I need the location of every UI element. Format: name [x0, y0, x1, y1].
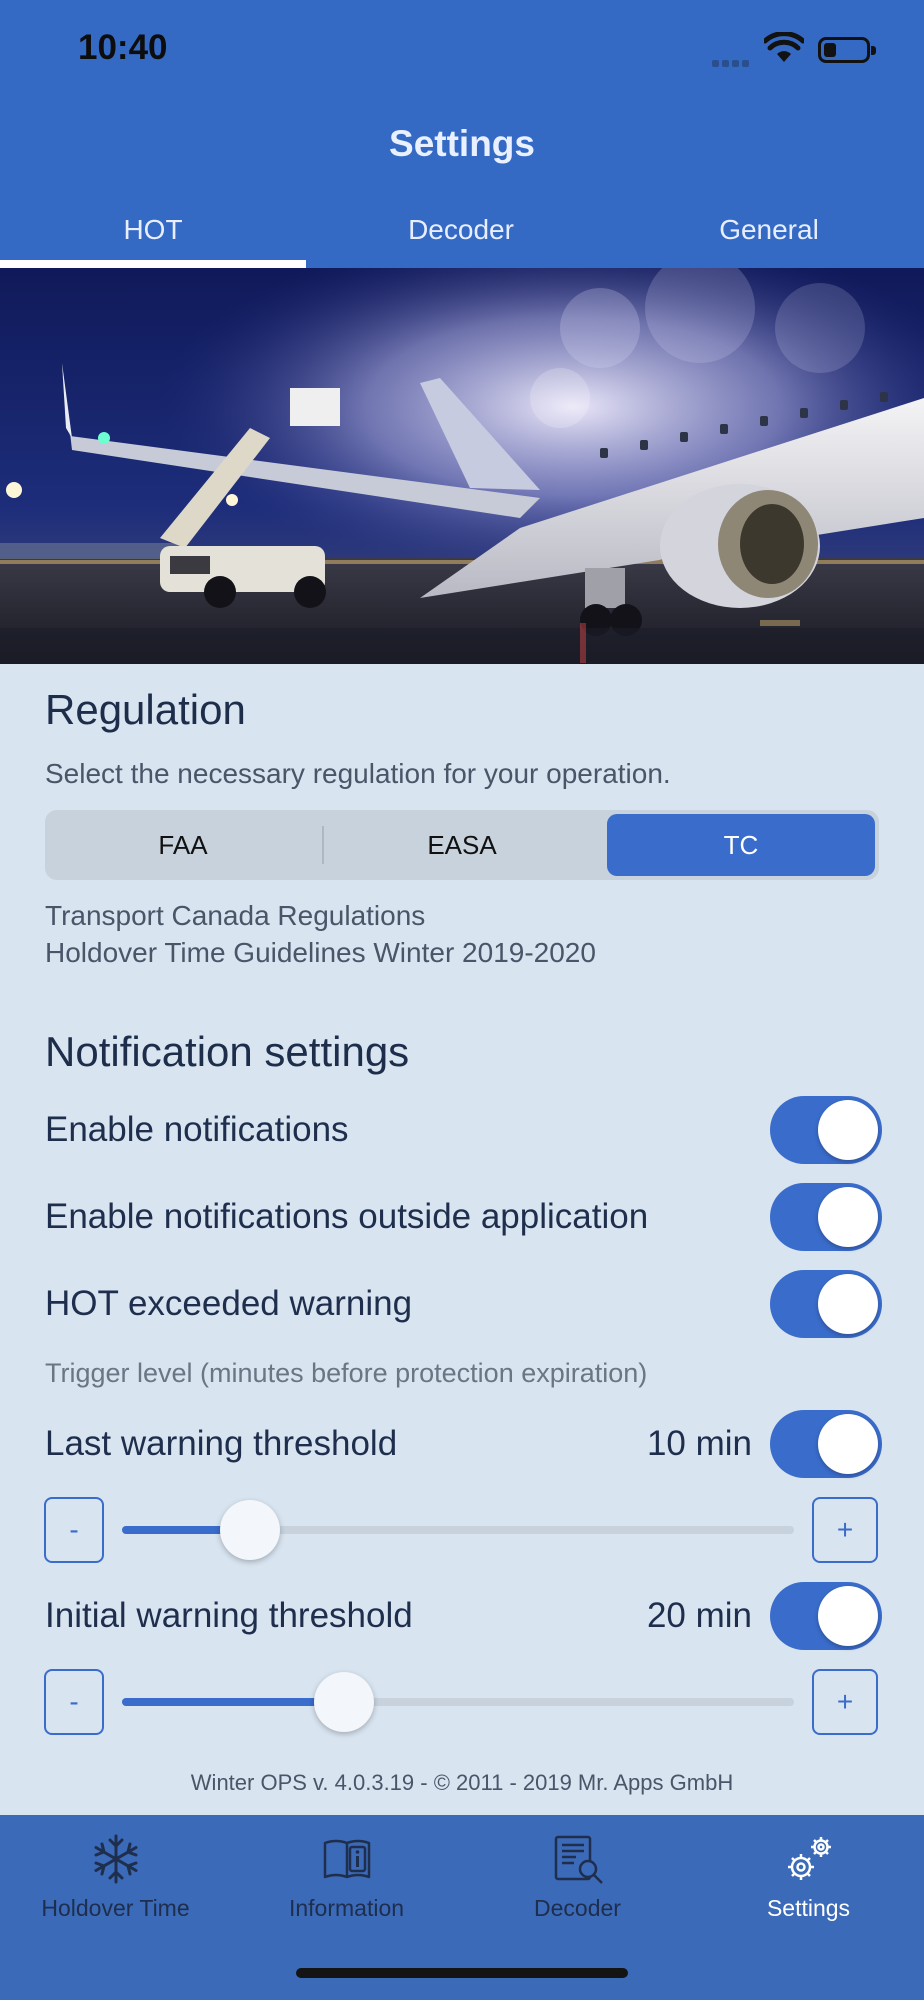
app-header: 10:40 Settings HOT Decoder General — [0, 0, 924, 268]
enable-outside-notifications-label: Enable notifications outside application — [45, 1197, 649, 1236]
regulation-detail-line1: Transport Canada Regulations — [45, 900, 426, 931]
status-time: 10:40 — [78, 28, 168, 67]
snowflake-icon — [94, 1834, 138, 1884]
enable-notifications-toggle[interactable] — [770, 1096, 882, 1164]
tabbar-information-label: Information — [288, 1895, 405, 1921]
tabbar-settings[interactable]: Settings — [693, 1815, 924, 1935]
page-title: Settings — [389, 123, 535, 164]
segment-divider — [322, 826, 324, 864]
initial-threshold-slider-knob[interactable] — [313, 1672, 374, 1732]
enable-outside-notifications-toggle[interactable] — [770, 1183, 882, 1251]
regulation-detail-line2: Holdover Time Guidelines Winter 2019-202… — [45, 937, 596, 968]
tabbar-settings-label: Settings — [766, 1895, 851, 1921]
notification-settings-title: Notification settings — [45, 1028, 410, 1075]
book-info-icon — [323, 1839, 371, 1879]
last-warning-threshold-toggle[interactable] — [770, 1410, 882, 1478]
last-threshold-slider-knob[interactable] — [219, 1500, 280, 1560]
tab-decoder[interactable]: Decoder — [308, 214, 614, 246]
regulation-option-easa[interactable]: EASA — [328, 814, 596, 876]
gears-icon — [788, 1837, 831, 1880]
battery-icon — [818, 37, 876, 63]
tab-hot[interactable]: HOT — [0, 214, 306, 246]
active-tab-indicator — [0, 260, 306, 268]
last-threshold-decrement-button[interactable]: - — [44, 1497, 104, 1563]
document-search-icon — [554, 1835, 603, 1884]
hot-exceeded-warning-label: HOT exceeded warning — [45, 1284, 413, 1323]
regulation-option-faa[interactable]: FAA — [49, 814, 317, 876]
regulation-title: Regulation — [45, 686, 246, 733]
regulation-segmented-control: FAA EASA TC — [45, 810, 879, 880]
last-warning-threshold-label: Last warning threshold — [45, 1424, 398, 1463]
initial-warning-threshold-value: 20 min — [646, 1596, 752, 1635]
initial-threshold-increment-button[interactable]: + — [812, 1669, 878, 1735]
deicing-aircraft-image — [0, 268, 924, 664]
home-indicator — [296, 1968, 628, 1978]
tabbar-decoder[interactable]: Decoder — [462, 1815, 693, 1935]
last-warning-threshold-value: 10 min — [646, 1424, 752, 1463]
tabbar-holdover-time-label: Holdover Time — [41, 1895, 190, 1921]
tabbar-decoder-label: Decoder — [534, 1895, 621, 1921]
last-threshold-increment-button[interactable]: + — [812, 1497, 878, 1563]
regulation-option-tc[interactable]: TC — [607, 814, 875, 876]
initial-threshold-slider[interactable] — [122, 1672, 794, 1732]
wifi-icon — [764, 32, 804, 62]
hot-exceeded-warning-toggle[interactable] — [770, 1270, 882, 1338]
initial-threshold-slider-fill — [122, 1698, 344, 1706]
trigger-level-caption: Trigger level (minutes before protection… — [45, 1358, 648, 1388]
initial-warning-threshold-toggle[interactable] — [770, 1582, 882, 1650]
version-copyright: Winter OPS v. 4.0.3.19 - © 2011 - 2019 M… — [190, 1770, 734, 1795]
last-threshold-slider[interactable] — [122, 1500, 794, 1560]
initial-threshold-decrement-button[interactable]: - — [44, 1669, 104, 1735]
tab-general[interactable]: General — [616, 214, 922, 246]
tabbar-holdover-time[interactable]: Holdover Time — [0, 1815, 231, 1935]
cellular-signal-icon — [712, 54, 754, 67]
tabbar-information[interactable]: Information — [231, 1815, 462, 1935]
regulation-description: Select the necessary regulation for your… — [45, 758, 671, 789]
initial-warning-threshold-label: Initial warning threshold — [45, 1596, 413, 1635]
enable-notifications-label: Enable notifications — [45, 1110, 349, 1149]
